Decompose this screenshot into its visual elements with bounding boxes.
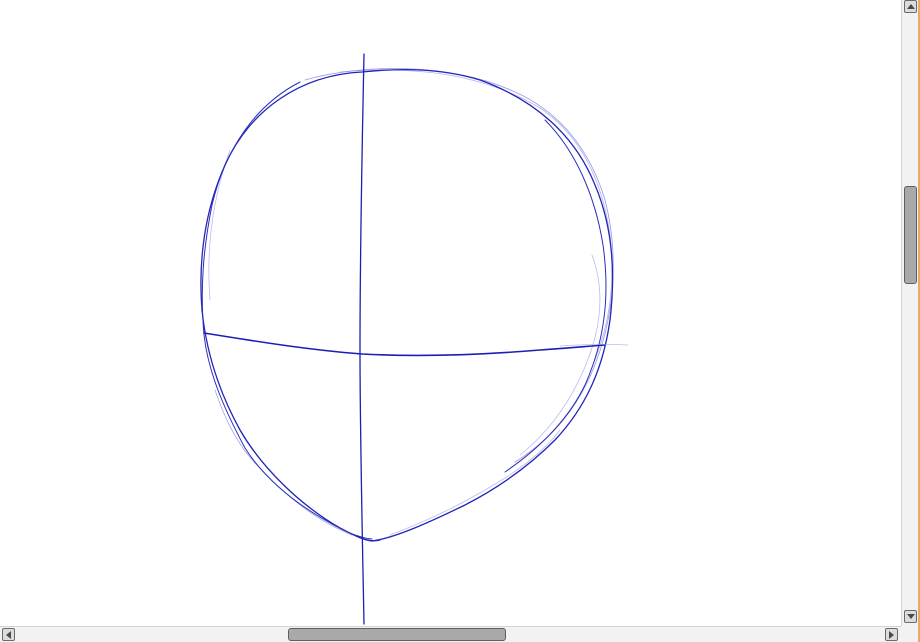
scroll-up-button[interactable] xyxy=(904,0,917,13)
arrow-up-icon xyxy=(906,4,915,9)
vertical-scroll-thumb[interactable] xyxy=(904,186,917,284)
sketch-svg xyxy=(200,53,629,625)
vertical-scrollbar[interactable] xyxy=(901,0,918,626)
head-outline-faint-6 xyxy=(389,429,561,536)
drawing-canvas[interactable] xyxy=(0,0,901,626)
horizontal-scroll-thumb[interactable] xyxy=(288,628,506,641)
head-outline-faint-1 xyxy=(304,68,614,463)
horizontal-scrollbar[interactable] xyxy=(0,626,918,642)
head-outline-left-stroke xyxy=(201,81,373,540)
arrow-down-icon xyxy=(906,614,915,619)
horizontal-guideline xyxy=(203,332,606,357)
scroll-right-button[interactable] xyxy=(885,628,898,641)
arrow-left-icon xyxy=(6,630,11,639)
scroll-left-button[interactable] xyxy=(2,628,15,641)
head-outline-faint-5 xyxy=(214,389,353,536)
head-outline-faint-3 xyxy=(519,254,601,456)
head-outline-faint-2 xyxy=(339,69,613,373)
scroll-down-button[interactable] xyxy=(904,610,917,623)
drawing-app-window xyxy=(0,0,920,642)
head-outline-faint-4 xyxy=(208,149,231,301)
scrollbar-corner xyxy=(901,626,918,642)
arrow-right-icon xyxy=(889,630,894,639)
